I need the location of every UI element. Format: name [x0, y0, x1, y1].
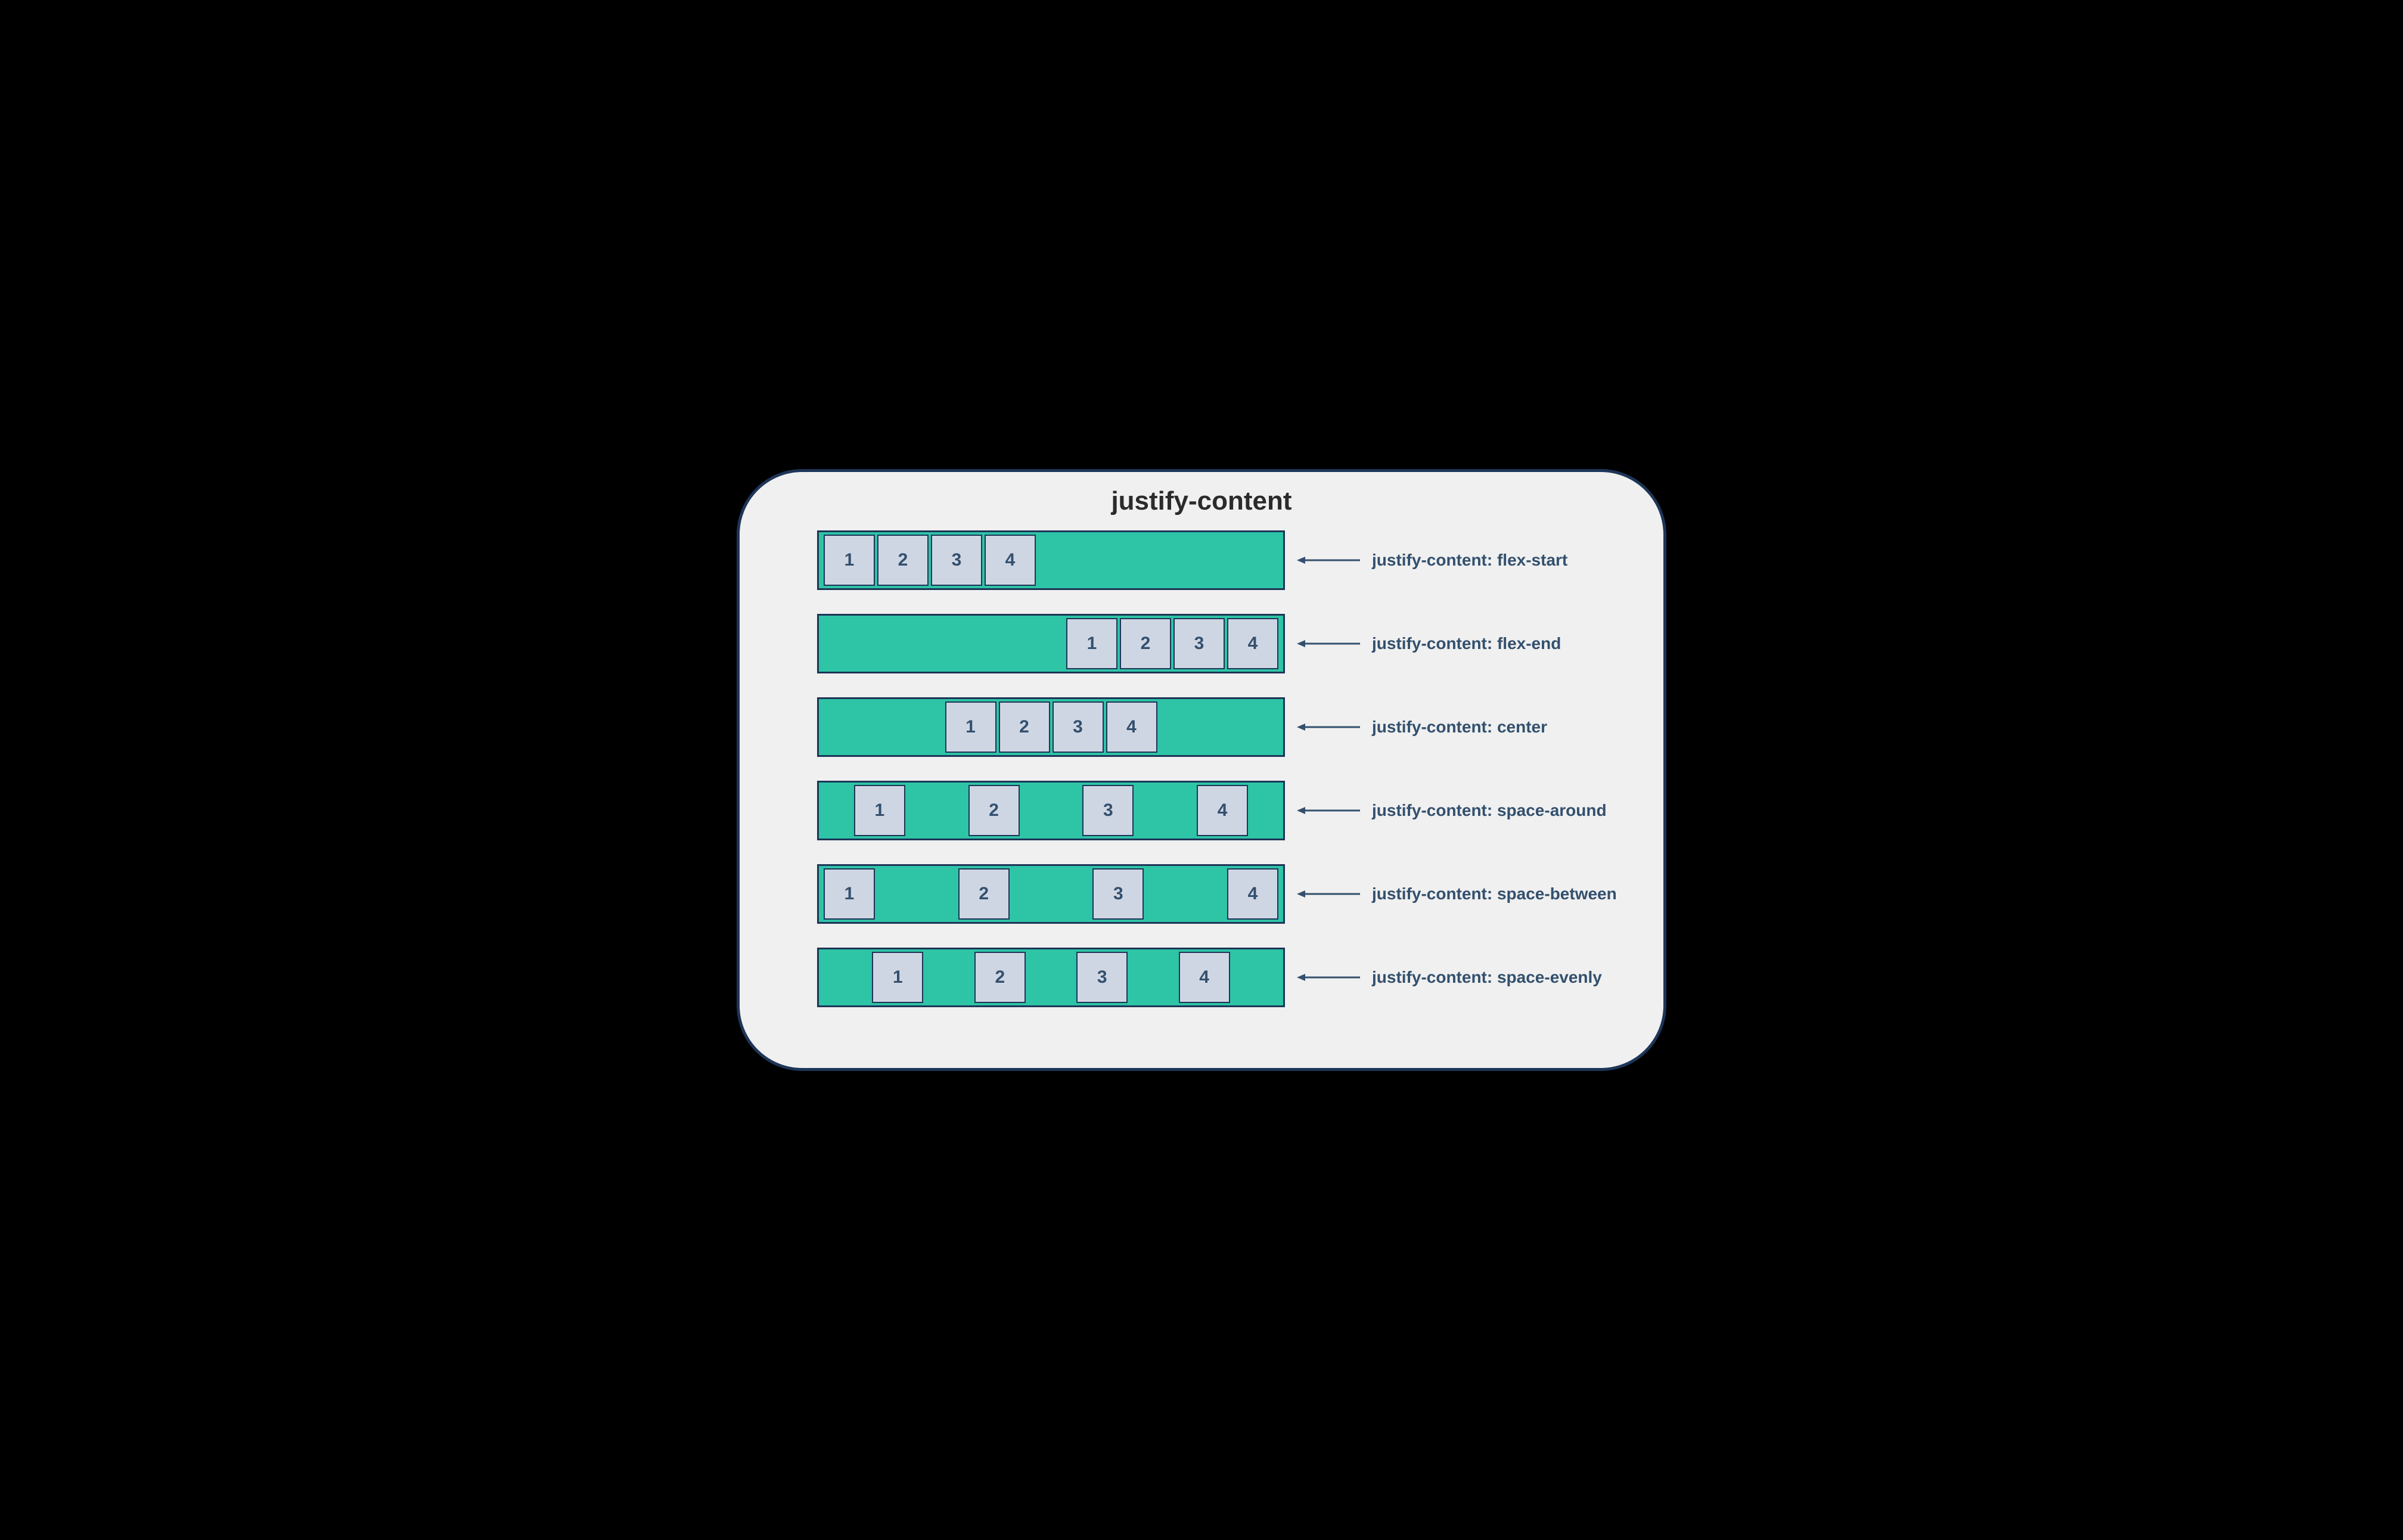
flex-item: 1	[945, 701, 996, 753]
flex-item: 1	[824, 535, 875, 586]
arrow-left-icon	[1296, 971, 1361, 983]
example-row-space-around: 1 2 3 4 justify-content: space-around	[775, 781, 1628, 840]
flex-item: 4	[1106, 701, 1157, 753]
flex-container: 1 2 3 4	[817, 530, 1285, 590]
flex-item: 2	[877, 535, 929, 586]
flex-item: 3	[1173, 618, 1225, 669]
flex-item: 3	[931, 535, 982, 586]
example-label: justify-content: space-between	[1372, 884, 1617, 903]
flex-item: 2	[974, 952, 1026, 1003]
example-row-space-between: 1 2 3 4 justify-content: space-between	[775, 864, 1628, 924]
flex-item: 4	[1197, 785, 1248, 836]
example-row-space-evenly: 1 2 3 4 justify-content: space-evenly	[775, 948, 1628, 1007]
flex-item: 4	[1227, 618, 1278, 669]
example-label: justify-content: flex-start	[1372, 551, 1567, 570]
flex-container: 1 2 3 4	[817, 948, 1285, 1007]
flex-item: 1	[854, 785, 905, 836]
flex-item: 1	[872, 952, 923, 1003]
arrow-left-icon	[1296, 721, 1361, 733]
flex-item: 3	[1082, 785, 1134, 836]
example-row-flex-end: 1 2 3 4 justify-content: flex-end	[775, 614, 1628, 673]
example-row-flex-start: 1 2 3 4 justify-content: flex-start	[775, 530, 1628, 590]
flex-item: 3	[1053, 701, 1104, 753]
example-label: justify-content: center	[1372, 718, 1547, 737]
arrow-left-icon	[1296, 554, 1361, 566]
example-label: justify-content: flex-end	[1372, 634, 1561, 653]
diagram-title: justify-content	[775, 486, 1628, 516]
flex-container: 1 2 3 4	[817, 614, 1285, 673]
arrow-left-icon	[1296, 638, 1361, 650]
example-label: justify-content: space-evenly	[1372, 968, 1602, 987]
flex-item: 4	[1179, 952, 1230, 1003]
flex-item: 2	[958, 868, 1010, 920]
arrow-left-icon	[1296, 805, 1361, 816]
flex-item: 2	[999, 701, 1050, 753]
diagram-card: justify-content 1 2 3 4 justify-content:…	[737, 469, 1666, 1071]
flex-item: 1	[1066, 618, 1117, 669]
flex-item: 1	[824, 868, 875, 920]
flex-item: 2	[968, 785, 1020, 836]
flex-container: 1 2 3 4	[817, 697, 1285, 757]
flex-item: 3	[1076, 952, 1128, 1003]
flex-item: 3	[1092, 868, 1144, 920]
flex-container: 1 2 3 4	[817, 864, 1285, 924]
flex-container: 1 2 3 4	[817, 781, 1285, 840]
example-rows: 1 2 3 4 justify-content: flex-start 1 2 …	[775, 530, 1628, 1007]
example-row-center: 1 2 3 4 justify-content: center	[775, 697, 1628, 757]
arrow-left-icon	[1296, 888, 1361, 900]
flex-item: 4	[985, 535, 1036, 586]
example-label: justify-content: space-around	[1372, 801, 1607, 820]
flex-item: 4	[1227, 868, 1278, 920]
flex-item: 2	[1120, 618, 1171, 669]
